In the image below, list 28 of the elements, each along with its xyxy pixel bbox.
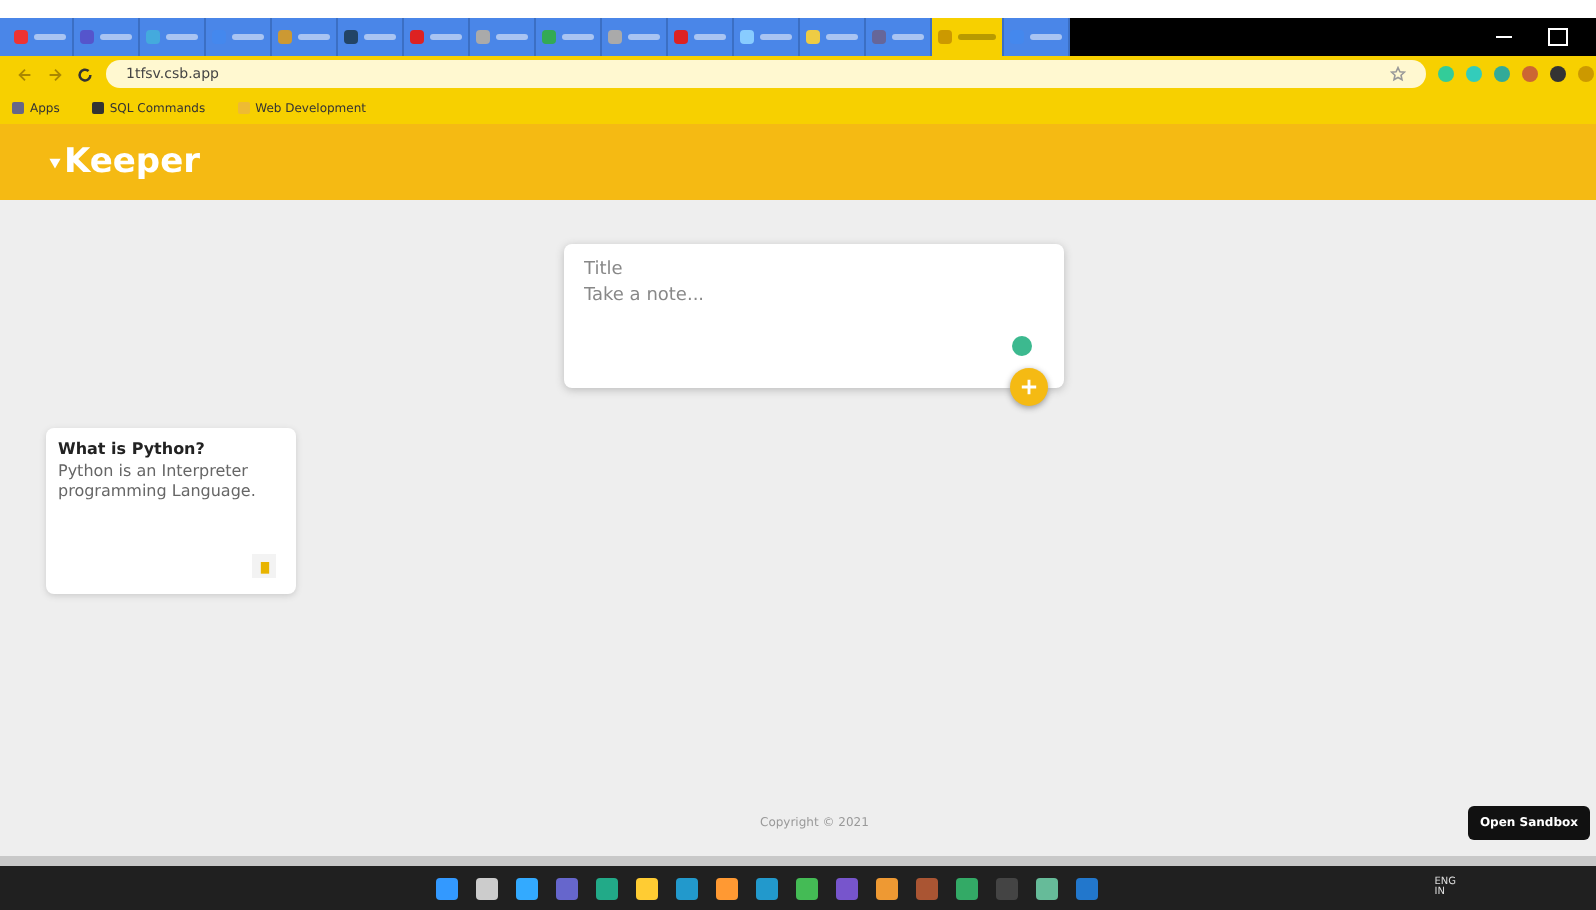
taskbar-app-icon[interactable] xyxy=(796,877,818,899)
browser-tab[interactable] xyxy=(932,18,1004,56)
forward-icon[interactable] xyxy=(46,65,64,83)
taskbar-app-icon[interactable] xyxy=(636,877,658,899)
taskbar-app-icon[interactable] xyxy=(716,877,738,899)
back-icon[interactable] xyxy=(16,65,34,83)
taskbar-app-icon[interactable] xyxy=(756,877,778,899)
maximize-icon[interactable] xyxy=(1548,28,1568,46)
trash-icon xyxy=(259,559,269,573)
app-logo: Keeper xyxy=(64,142,201,182)
taskbar-app-icon[interactable] xyxy=(516,877,538,899)
taskbar-app-icon[interactable] xyxy=(676,877,698,899)
note-field[interactable]: Take a note... xyxy=(584,286,984,306)
taskbar-app-icon[interactable] xyxy=(436,877,458,899)
triangle-icon xyxy=(48,155,62,169)
taskbar-app-icon[interactable] xyxy=(1036,877,1058,899)
plus-icon xyxy=(1020,378,1038,396)
taskbar-app-icon[interactable] xyxy=(956,877,978,899)
delete-button[interactable] xyxy=(252,554,276,578)
title-field[interactable]: Title xyxy=(584,260,984,280)
taskbar-app-icon[interactable] xyxy=(476,877,498,899)
reload-icon[interactable] xyxy=(76,65,94,83)
add-button[interactable] xyxy=(1010,368,1048,406)
note-title: What is Python? xyxy=(58,440,207,458)
star-icon[interactable] xyxy=(1390,66,1406,82)
taskbar-app-icon[interactable] xyxy=(596,877,618,899)
taskbar-app-icon[interactable] xyxy=(876,877,898,899)
note-content: Python is an Interpreter programming Language. xyxy=(58,462,258,501)
